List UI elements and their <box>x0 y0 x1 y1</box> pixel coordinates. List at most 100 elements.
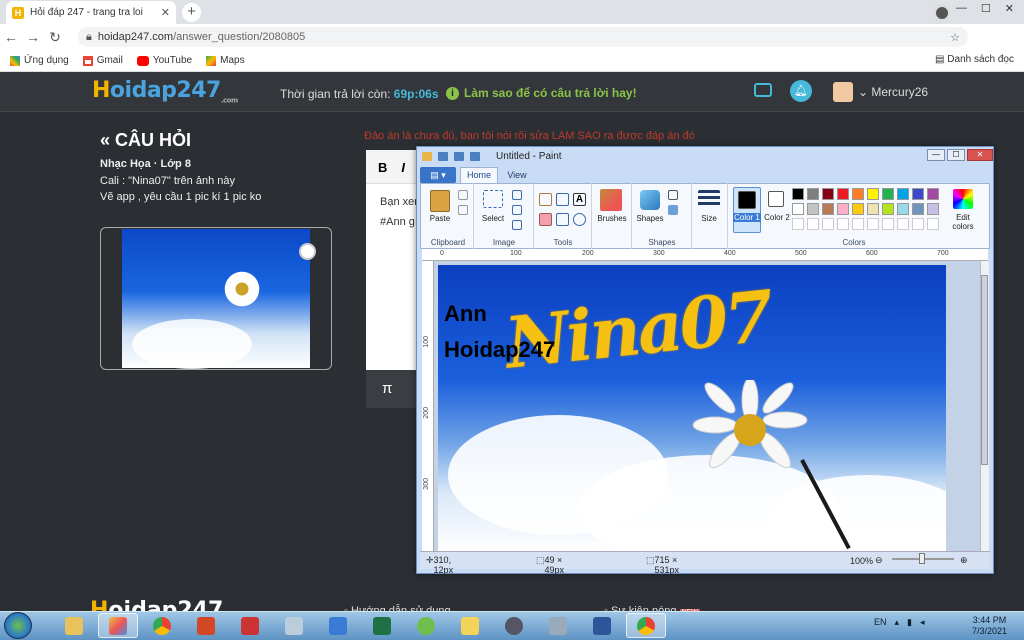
chat-icon[interactable] <box>754 83 772 97</box>
custom-color-slot[interactable] <box>927 218 939 230</box>
color2-swatch[interactable] <box>768 191 784 207</box>
taskbar-excel[interactable] <box>362 613 402 638</box>
text-icon[interactable]: A <box>573 193 586 206</box>
palette-swatch[interactable] <box>927 203 939 215</box>
custom-color-slot[interactable] <box>882 218 894 230</box>
palette-swatch[interactable] <box>882 203 894 215</box>
language-indicator[interactable]: EN <box>874 617 887 628</box>
volume-icon[interactable]: ◂ <box>920 617 925 628</box>
select-icon[interactable] <box>483 190 503 208</box>
reload-icon[interactable]: ↻ <box>44 29 66 46</box>
custom-color-slot[interactable] <box>912 218 924 230</box>
maximize-icon[interactable]: ☐ <box>981 2 991 15</box>
custom-color-slot[interactable] <box>837 218 849 230</box>
site-logo[interactable]: Hoidap247.com <box>92 78 238 104</box>
italic-button[interactable]: I <box>401 160 405 175</box>
taskbar-word[interactable] <box>582 613 622 638</box>
star-icon[interactable]: ☆ <box>950 31 960 44</box>
bell-icon[interactable]: 🔔︎ <box>790 80 812 102</box>
magnifier-icon[interactable] <box>573 213 586 226</box>
shapes-icon[interactable] <box>640 190 660 210</box>
taskbar-snip[interactable] <box>538 613 578 638</box>
custom-color-slot[interactable] <box>807 218 819 230</box>
palette-swatch[interactable] <box>912 188 924 200</box>
forward-icon[interactable]: → <box>22 29 44 45</box>
palette-swatch[interactable] <box>837 203 849 215</box>
select-button[interactable]: Select <box>478 214 508 223</box>
palette-swatch[interactable] <box>807 188 819 200</box>
taskbar-sticky[interactable] <box>450 613 490 638</box>
color2-label[interactable]: Color 2 <box>763 213 791 222</box>
close-tab-icon[interactable]: ✕ <box>161 6 170 19</box>
palette-swatch[interactable] <box>867 203 879 215</box>
palette-swatch[interactable] <box>912 203 924 215</box>
pencil-icon[interactable] <box>539 193 552 206</box>
custom-color-slot[interactable] <box>792 218 804 230</box>
browser-tab[interactable]: H Hỏi đáp 247 - trang tra loi ✕ <box>6 1 176 24</box>
paint-close-icon[interactable]: ✕ <box>967 149 993 161</box>
taskbar-explorer[interactable] <box>54 613 94 638</box>
palette-swatch[interactable] <box>882 188 894 200</box>
color-picker-icon[interactable] <box>556 213 569 226</box>
taskbar-chrome[interactable] <box>142 613 182 638</box>
minimize-icon[interactable]: — <box>956 2 967 15</box>
url-field[interactable]: 🔒︎ hoidap247.com/answer_question/2080805… <box>78 27 968 47</box>
taskbar-chrome2[interactable] <box>626 613 666 638</box>
palette-swatch[interactable] <box>822 188 834 200</box>
new-tab-button[interactable]: + <box>182 3 201 22</box>
palette-swatch[interactable] <box>807 203 819 215</box>
palette-swatch[interactable] <box>852 188 864 200</box>
custom-color-slot[interactable] <box>867 218 879 230</box>
palette-swatch[interactable] <box>897 188 909 200</box>
cut-icon[interactable] <box>458 190 468 200</box>
back-icon[interactable]: ← <box>0 29 22 45</box>
zoom-out-icon[interactable]: ⊖ <box>875 555 883 566</box>
custom-color-slot[interactable] <box>822 218 834 230</box>
eraser-icon[interactable] <box>539 213 552 226</box>
rotate-icon[interactable] <box>512 220 522 230</box>
crop-icon[interactable] <box>512 190 522 200</box>
avatar[interactable] <box>833 82 853 102</box>
redo-icon[interactable] <box>470 151 480 161</box>
taskbar-powerpoint[interactable] <box>186 613 226 638</box>
size-icon[interactable] <box>698 190 720 208</box>
paste-button[interactable]: Paste <box>425 214 455 223</box>
save-icon[interactable] <box>438 151 448 161</box>
paint-maximize-icon[interactable]: ☐ <box>947 149 965 161</box>
palette-swatch[interactable] <box>792 188 804 200</box>
outline-icon[interactable] <box>668 190 678 200</box>
brush-icon[interactable] <box>600 189 622 211</box>
canvas-scrollbar-thumb[interactable] <box>981 275 988 465</box>
taskbar-notepad[interactable] <box>274 613 314 638</box>
username[interactable]: ⌄ Mercury26 <box>858 85 928 99</box>
zoom-image-icon[interactable] <box>299 243 316 260</box>
clock[interactable]: 3:44 PM 7/3/2021 <box>972 615 1007 637</box>
question-image[interactable] <box>122 229 310 369</box>
undo-icon[interactable] <box>454 151 464 161</box>
reading-list-button[interactable]: ▤ Danh sách đọc <box>935 54 1014 65</box>
edit-colors-button[interactable]: Edit colors <box>948 213 978 231</box>
brushes-button[interactable]: Brushes <box>593 214 631 223</box>
zoom-slider-thumb[interactable] <box>919 553 925 564</box>
palette-swatch[interactable] <box>792 203 804 215</box>
fill-style-icon[interactable] <box>668 205 678 215</box>
bookmark-gmail[interactable]: Gmail <box>82 55 123 66</box>
paint-minimize-icon[interactable]: — <box>927 149 945 161</box>
taskbar-app[interactable] <box>230 613 270 638</box>
palette-swatch[interactable] <box>852 203 864 215</box>
edit-colors-icon[interactable] <box>953 189 973 209</box>
custom-color-slot[interactable] <box>897 218 909 230</box>
taskbar-mic[interactable] <box>494 613 534 638</box>
paint-menu-button[interactable]: ▤ ▾ <box>420 167 456 183</box>
bookmark-youtube[interactable]: YouTube <box>136 55 192 66</box>
palette-swatch[interactable] <box>927 188 939 200</box>
paste-icon[interactable] <box>430 190 450 212</box>
resize-icon[interactable] <box>512 205 522 215</box>
bookmark-apps[interactable]: Ứng dụng <box>10 55 69 66</box>
start-button[interactable] <box>4 612 32 639</box>
size-button[interactable]: Size <box>694 214 724 223</box>
palette-swatch[interactable] <box>837 188 849 200</box>
network-icon[interactable]: ▮ <box>907 617 912 628</box>
palette-swatch[interactable] <box>867 188 879 200</box>
math-button[interactable]: π <box>382 380 392 397</box>
